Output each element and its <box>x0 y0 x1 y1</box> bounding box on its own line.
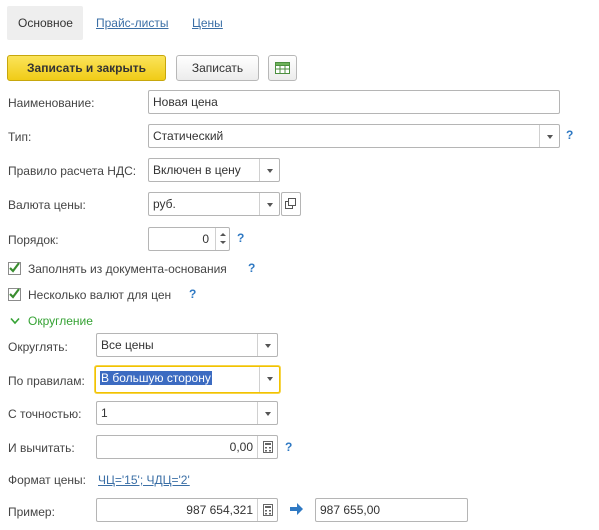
tab-main[interactable]: Основное <box>7 6 83 40</box>
name-label: Наименование: <box>8 96 95 110</box>
name-value: Новая цена <box>153 95 218 109</box>
rule-label: По правилам: <box>8 374 85 388</box>
example-result-value: 987 655,00 <box>320 503 381 517</box>
example-input[interactable]: 987 654,321 <box>96 498 278 522</box>
currency-select[interactable]: руб. <box>148 192 280 216</box>
precision-label: С точностью: <box>8 407 82 421</box>
save-and-close-button[interactable]: Записать и закрыть <box>7 55 166 81</box>
open-icon <box>285 198 296 209</box>
order-label: Порядок: <box>8 233 59 247</box>
format-label: Формат цены: <box>8 473 86 487</box>
spreadsheet-icon <box>275 62 290 74</box>
arrow-right-icon <box>290 503 303 515</box>
vat-value: Включен в цену <box>153 163 241 177</box>
round-label: Округлять: <box>8 340 68 354</box>
chevron-down-icon[interactable] <box>10 317 20 325</box>
rule-select[interactable]: В большую сторону <box>95 366 280 393</box>
precision-value: 1 <box>101 406 108 420</box>
format-link[interactable]: ЧЦ='15'; ЧДЦ='2' <box>98 473 190 487</box>
help-icon[interactable]: ? <box>285 440 292 454</box>
help-icon[interactable]: ? <box>189 287 196 301</box>
currency-value: руб. <box>153 197 176 211</box>
open-icon-button[interactable] <box>281 192 301 216</box>
example-result-field: 987 655,00 <box>315 498 468 522</box>
vat-select[interactable]: Включен в цену <box>148 158 280 182</box>
help-icon[interactable]: ? <box>248 261 255 275</box>
multi-currency-checkbox[interactable] <box>8 288 21 301</box>
calculator-icon[interactable] <box>257 436 277 458</box>
tab-prices[interactable]: Цены <box>192 6 223 40</box>
round-select[interactable]: Все цены <box>96 333 278 357</box>
currency-label: Валюта цены: <box>8 198 86 212</box>
help-icon[interactable]: ? <box>566 128 573 142</box>
checkmark-icon <box>9 288 20 299</box>
type-value: Статический <box>153 129 224 143</box>
type-select[interactable]: Статический <box>148 124 560 148</box>
round-value: Все цены <box>101 338 154 352</box>
precision-select[interactable]: 1 <box>96 401 278 425</box>
type-label: Тип: <box>8 130 32 144</box>
calculator-icon[interactable] <box>257 499 277 521</box>
rule-value: В большую сторону <box>100 371 212 385</box>
example-label: Пример: <box>8 505 55 519</box>
subtract-input[interactable]: 0,00 <box>96 435 278 459</box>
save-button[interactable]: Записать <box>176 55 259 81</box>
chevron-down-icon[interactable] <box>259 367 279 392</box>
name-input[interactable]: Новая цена <box>148 90 560 114</box>
chevron-down-icon[interactable] <box>257 334 277 356</box>
fill-from-doc-checkbox[interactable] <box>8 262 21 275</box>
vat-label: Правило расчета НДС: <box>8 164 137 178</box>
chevron-down-icon[interactable] <box>259 193 279 215</box>
subtract-value: 0,00 <box>229 440 253 454</box>
order-value: 0 <box>202 232 209 246</box>
chevron-down-icon[interactable] <box>539 125 559 147</box>
multi-currency-label: Несколько валют для цен <box>28 288 172 302</box>
example-input-value: 987 654,321 <box>186 503 253 517</box>
chevron-down-icon[interactable] <box>257 402 277 424</box>
rounding-section-title[interactable]: Округление <box>28 314 93 328</box>
tab-price-lists[interactable]: Прайс-листы <box>96 6 169 40</box>
stepper-icon[interactable] <box>215 228 229 250</box>
checkmark-icon <box>9 262 20 273</box>
fill-from-doc-label: Заполнять из документа-основания <box>28 262 227 276</box>
chevron-down-icon[interactable] <box>259 159 279 181</box>
subtract-label: И вычитать: <box>8 441 75 455</box>
spreadsheet-icon-button[interactable] <box>268 55 297 81</box>
help-icon[interactable]: ? <box>237 231 244 245</box>
order-input[interactable]: 0 <box>148 227 230 251</box>
